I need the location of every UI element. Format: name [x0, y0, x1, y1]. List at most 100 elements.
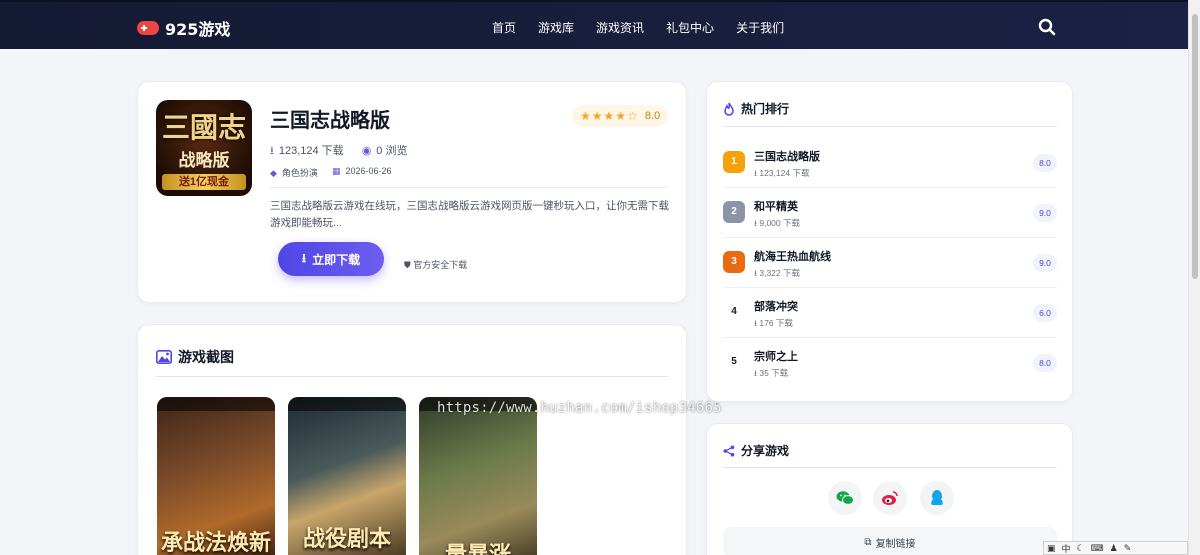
hot-ranking-card: 热门排行 1 三国志战略版 ⭳ 123,124 下载 8.0 2 和平精英 ⭳ … — [706, 81, 1073, 402]
watermark-text: https://www.huzhan.com/ishop34665 — [437, 400, 722, 416]
game-category: ◆ 角色扮演 — [270, 168, 318, 178]
rating-score: 8.0 — [644, 110, 661, 122]
download-count: ⭳ 123,124 下载 — [270, 142, 344, 161]
qq-icon[interactable] — [920, 481, 954, 515]
download-icon: ⭳ — [301, 250, 307, 265]
user-icon: ♟ — [1109, 542, 1118, 553]
ime-toolbar[interactable]: ▣ 中 ☾ ⌨ ♟ ✎ — [1043, 541, 1188, 555]
divider — [723, 126, 1057, 127]
rating-badge: ★ ★ ★ ★ ☆ 8.0 — [572, 105, 669, 127]
view-count: ◉ 0 浏览 — [361, 145, 408, 157]
screenshot-caption: 量暴涨 — [444, 542, 511, 555]
star-icon: ★ — [603, 109, 615, 123]
ranking-item[interactable]: 1 三国志战略版 ⭳ 123,124 下载 8.0 — [723, 138, 1057, 188]
game-title: 三国志战略版 — [270, 108, 390, 132]
weibo-icon[interactable] — [873, 481, 907, 515]
ime-language[interactable]: 中 — [1062, 542, 1071, 555]
game-stats: ⭳ 123,124 下载 ◉ 0 浏览 — [270, 142, 407, 161]
hot-ranking-title: 热门排行 — [723, 100, 789, 117]
screenshot-caption: 承战法焕新 — [160, 530, 271, 555]
cover-title: 三國志 — [161, 111, 246, 144]
copy-link-label: 复制链接 — [875, 538, 916, 550]
image-icon — [156, 350, 172, 364]
nav-item-gift-center[interactable]: 礼包中心 — [666, 19, 714, 36]
download-icon: ⭳ — [754, 318, 757, 328]
game-description: 三国志战略版云游戏在线玩，三国志战略版云游戏网页版一键秒玩入口，让你无需下载游戏… — [270, 200, 669, 229]
page-scrollbar[interactable] — [1188, 0, 1200, 555]
site-logo[interactable]: 925游戏 — [137, 16, 230, 40]
search-icon[interactable] — [1038, 18, 1056, 36]
wechat-icon[interactable] — [828, 481, 862, 515]
rank-number: 1 — [723, 151, 745, 173]
screenshot-thumbnail[interactable]: 量暴涨 — [419, 397, 537, 555]
download-now-button[interactable]: ⭳ 立即下载 — [278, 242, 384, 276]
screenshot-top-bar — [157, 397, 275, 411]
game-cover-image: 三國志 战略版 送1亿现金 — [156, 100, 252, 196]
ranking-score: 9.0 — [1033, 254, 1057, 272]
screenshot-thumbnail[interactable]: 战役剧本 — [288, 397, 406, 555]
divider — [156, 376, 668, 377]
ranking-item[interactable]: 5 宗师之上 ⭳ 35 下载 8.0 — [723, 338, 1057, 388]
ranking-score: 8.0 — [1033, 154, 1057, 172]
screenshot-caption: 战役剧本 — [302, 526, 391, 552]
main-nav: 首页 游戏库 游戏资讯 礼包中心 关于我们 — [492, 19, 784, 36]
star-icon: ★ — [580, 109, 591, 123]
share-icon — [723, 445, 735, 456]
star-outline-icon: ☆ — [627, 109, 638, 123]
ranking-game-name[interactable]: 和平精英 — [754, 198, 798, 214]
divider — [270, 187, 668, 188]
rank-number: 5 — [723, 351, 745, 373]
screenshot-thumbnail[interactable]: 承战法焕新 — [157, 397, 275, 555]
ranking-downloads: ⭳ 35 下载 — [754, 368, 789, 378]
calendar-icon: ▦ — [331, 166, 341, 176]
copy-link-button[interactable]: ⧉ 复制链接 — [723, 527, 1057, 555]
official-safe-download: ⛊ 官方安全下载 — [404, 260, 468, 270]
game-detail-card: 三國志 战略版 送1亿现金 三国志战略版 ★ ★ ★ ★ ☆ 8.0 ⭳ 123,… — [137, 81, 687, 303]
tag-icon: ◆ — [270, 168, 277, 178]
nav-item-home[interactable]: 首页 — [492, 19, 516, 36]
wrench-icon: ✎ — [1123, 542, 1132, 553]
rank-number: 3 — [723, 251, 745, 273]
rank-number: 4 — [723, 301, 745, 323]
ime-logo-icon: ▣ — [1047, 542, 1056, 553]
ranking-downloads: ⭳ 123,124 下载 — [754, 168, 810, 178]
ranking-score: 6.0 — [1033, 304, 1057, 322]
ranking-downloads: ⭳ 176 下载 — [754, 318, 793, 328]
shield-icon: ⛊ — [404, 260, 411, 270]
download-icon: ⭳ — [754, 268, 757, 278]
ranking-downloads: ⭳ 9,000 下载 — [754, 218, 800, 228]
star-icon: ★ — [615, 109, 627, 123]
star-icon: ★ — [591, 109, 603, 123]
moon-icon: ☾ — [1076, 542, 1085, 553]
ranking-game-name[interactable]: 三国志战略版 — [754, 148, 820, 164]
top-navbar: 925游戏 首页 游戏库 游戏资讯 礼包中心 关于我们 — [0, 0, 1188, 49]
ranking-item[interactable]: 4 部落冲突 ⭳ 176 下载 6.0 — [723, 288, 1057, 338]
site-name: 925游戏 — [165, 20, 231, 39]
keyboard-icon: ⌨ — [1090, 542, 1104, 553]
share-card: 分享游戏 ⧉ 复制链接 — [706, 423, 1073, 555]
nav-item-game-news[interactable]: 游戏资讯 — [596, 19, 644, 36]
download-now-label: 立即下载 — [312, 252, 361, 267]
ranking-score: 9.0 — [1033, 204, 1057, 222]
gamepad-icon — [137, 21, 159, 35]
scrollbar-thumb[interactable] — [1192, 14, 1198, 279]
rank-number: 2 — [723, 201, 745, 223]
ranking-game-name[interactable]: 宗师之上 — [754, 348, 798, 364]
ranking-score: 8.0 — [1033, 354, 1057, 372]
ranking-item[interactable]: 2 和平精英 ⭳ 9,000 下载 9.0 — [723, 188, 1057, 238]
download-icon: ⭳ — [754, 168, 757, 178]
screenshots-title: 游戏截图 — [156, 347, 234, 367]
cover-subtitle: 战略版 — [178, 151, 230, 171]
ranking-game-name[interactable]: 部落冲突 — [754, 298, 798, 314]
screenshot-top-bar — [288, 397, 406, 411]
nav-item-game-library[interactable]: 游戏库 — [538, 19, 574, 36]
release-date: ▦ 2026-06-26 — [331, 166, 392, 176]
eye-icon: ◉ — [361, 145, 372, 157]
ranking-item[interactable]: 3 航海王热血航线 ⭳ 3,322 下载 9.0 — [723, 238, 1057, 288]
copy-icon: ⧉ — [864, 536, 872, 548]
ranking-game-name[interactable]: 航海王热血航线 — [754, 248, 831, 264]
share-title: 分享游戏 — [723, 442, 789, 459]
download-icon: ⭳ — [270, 145, 274, 157]
cover-ribbon: 送1亿现金 — [162, 174, 246, 190]
nav-item-about[interactable]: 关于我们 — [736, 19, 784, 36]
